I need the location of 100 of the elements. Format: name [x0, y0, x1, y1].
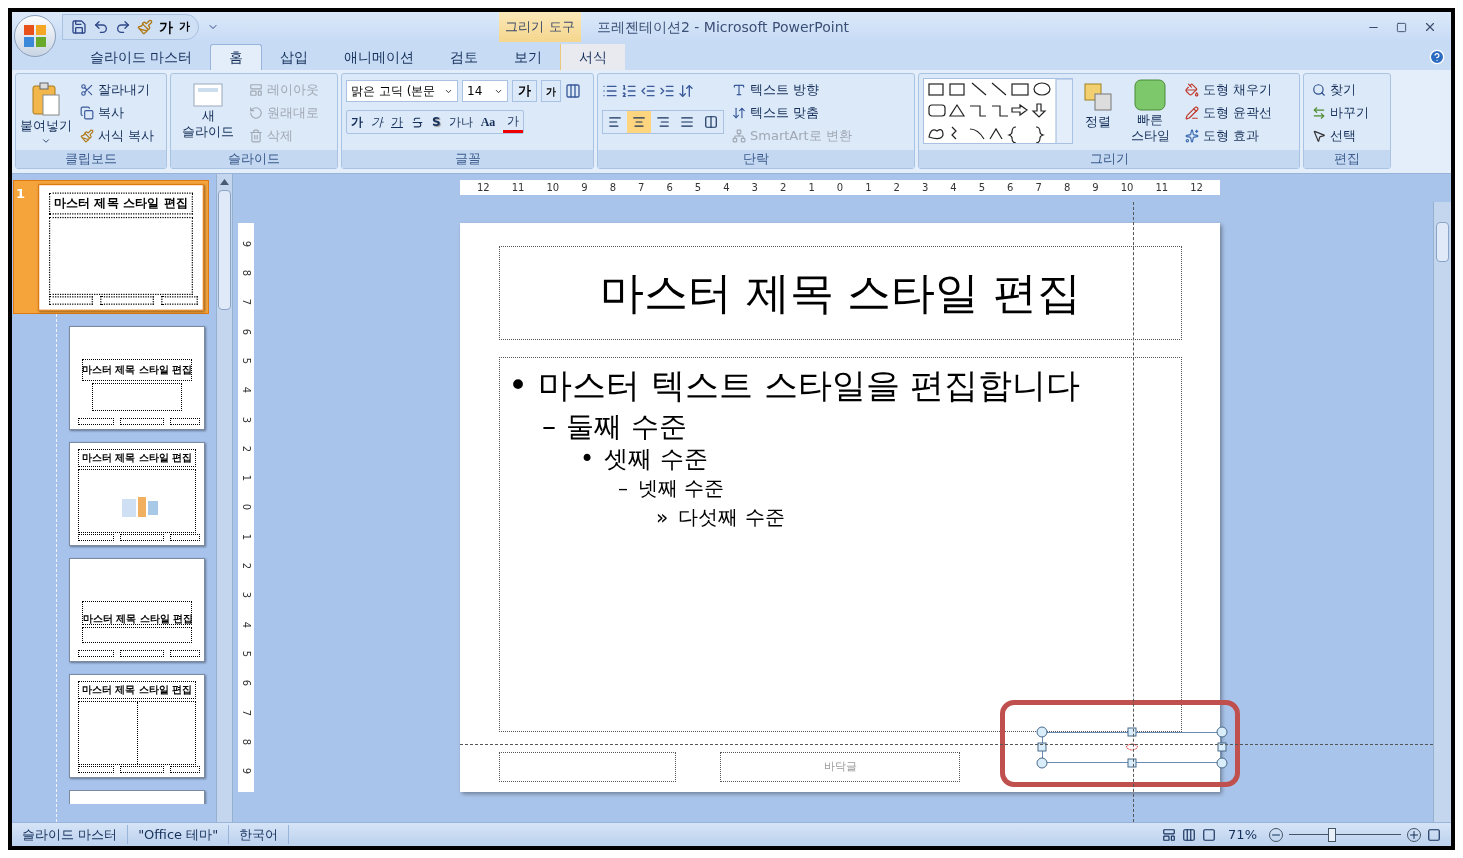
paste-button[interactable]: 붙여넣기 [20, 78, 72, 150]
quick-styles-button[interactable]: 빠른 스타일 [1123, 78, 1177, 150]
body-text-line: 다섯째 수준 [678, 504, 785, 530]
numbering-icon[interactable] [621, 83, 637, 99]
slide-thumbnail[interactable]: 마스터 제목 스타일 편집 [69, 674, 205, 778]
brush-icon[interactable] [137, 19, 153, 35]
copy-icon [80, 105, 94, 120]
bold-button[interactable]: 가 [347, 111, 367, 133]
thumbnail-title: 마스터 제목 스타일 편집 [53, 197, 189, 210]
clipboard-icon [31, 82, 61, 116]
underline-button[interactable]: 가 [387, 111, 407, 133]
fit-window-icon[interactable] [1427, 827, 1441, 842]
help-icon[interactable] [1429, 49, 1445, 65]
slide-number: 1 [16, 185, 27, 203]
selected-placeholder-drawing[interactable] [1036, 726, 1228, 769]
outline-icon [1185, 105, 1199, 120]
date-placeholder [78, 534, 114, 541]
normal-view-icon[interactable] [1162, 827, 1177, 842]
slide-thumbnail[interactable]: 마스터 제목 스타일 편집 [38, 184, 204, 311]
ribbon-tab[interactable]: 홈 [210, 44, 263, 70]
undo-icon[interactable] [93, 19, 109, 35]
increase-indent-icon[interactable] [659, 83, 675, 99]
ribbon-button[interactable]: 텍스트 방향 [728, 78, 856, 101]
new-slide-button[interactable]: 새 슬라이드 [175, 78, 241, 150]
cut-icon [80, 82, 94, 97]
group-label: 클립보드 [65, 150, 117, 169]
shrink-font-button[interactable]: 가 [179, 18, 190, 36]
guide-line[interactable] [460, 744, 1433, 745]
scroll-thumb[interactable] [218, 190, 231, 310]
maximize-icon[interactable] [1396, 21, 1407, 33]
italic-button[interactable]: 가 [367, 111, 387, 133]
ribbon-button[interactable]: 도형 채우기 [1181, 78, 1277, 101]
ribbon-tab[interactable]: 보기 [496, 44, 561, 70]
date-placeholder [78, 418, 114, 425]
thumbnail-title: 마스터 제목 스타일 편집 [81, 685, 193, 695]
ribbon-button[interactable]: 바꾸기 [1308, 101, 1373, 124]
bullets-icon[interactable] [602, 83, 618, 99]
slide-thumbnail[interactable]: 마스터 제목 스타일 편집 [69, 326, 205, 430]
ribbon-button[interactable]: 도형 윤곽선 [1181, 101, 1277, 124]
thumbnail-title: 마스터 제목 스타일 편집 [81, 453, 193, 463]
body-text-line: 둘째 수준 [566, 408, 687, 444]
shadow-button[interactable]: S [428, 111, 445, 133]
scroll-up-icon[interactable] [220, 179, 229, 185]
layout-icon [249, 82, 263, 97]
guide-line[interactable] [1133, 202, 1134, 822]
group-label: 편집 [1334, 150, 1360, 169]
ribbon-button[interactable]: 선택 [1308, 124, 1373, 147]
office-logo [23, 24, 47, 48]
scroll-thumb[interactable] [1436, 222, 1449, 262]
ribbon-tab[interactable]: 슬라이드 마스터 [72, 44, 211, 70]
spacing-button[interactable]: 가나 [444, 111, 477, 133]
smartart-icon [732, 128, 746, 143]
office-button[interactable] [14, 15, 56, 57]
grow-font-button[interactable]: 가 [512, 80, 537, 102]
save-icon[interactable] [71, 19, 87, 35]
scrollbar[interactable] [216, 174, 233, 822]
sorter-view-icon[interactable] [1182, 827, 1197, 842]
ribbon-button[interactable]: 찾기 [1308, 78, 1373, 101]
change-case-button[interactable]: Aa [476, 111, 500, 133]
shrink-font-button[interactable]: 가 [541, 80, 561, 102]
font-name-field[interactable]: 맑은 고딕 (본문 [346, 80, 458, 102]
line-spacing-icon[interactable] [678, 83, 694, 99]
reset-icon [249, 105, 263, 120]
ribbon-button[interactable]: 서식 복사 [76, 124, 159, 147]
font-size-field[interactable]: 14 [462, 80, 508, 102]
slideshow-view-icon[interactable] [1202, 827, 1217, 842]
arrange-icon [1083, 82, 1113, 112]
scrollbar[interactable] [1433, 202, 1451, 822]
arrange-button[interactable]: 정렬 [1077, 78, 1119, 150]
ribbon-button[interactable]: 도형 효과 [1181, 124, 1277, 147]
ribbon-tab[interactable]: 애니메이션 [326, 44, 433, 70]
font-color-button[interactable]: 가 [503, 111, 524, 133]
redo-icon[interactable] [115, 19, 131, 35]
bullet: • [508, 364, 529, 407]
ribbon-button[interactable]: 잘라내기 [76, 78, 159, 101]
body-text-line: 셋째 수준 [604, 443, 708, 474]
ribbon-button[interactable]: 복사 [76, 101, 159, 124]
footer-placeholder [120, 418, 164, 425]
slide-thumbnail[interactable]: 마스터 제목 스타일 편집 [69, 442, 205, 546]
footer-placeholder [120, 534, 164, 541]
group-label: 글꼴 [454, 150, 481, 169]
group-label: 슬라이드 [228, 150, 280, 169]
font-size-value: 14 [467, 83, 483, 100]
number-placeholder [170, 650, 200, 657]
grow-font-button[interactable]: 가 [159, 16, 173, 38]
window-title: 프레젠테이션2 - Microsoft PowerPoint [597, 17, 850, 37]
align-button[interactable] [627, 111, 651, 133]
ribbon-button[interactable]: 텍스트 맞춤 [728, 101, 856, 124]
status-item: 슬라이드 마스터 [12, 824, 129, 845]
ribbon-tab[interactable]: 삽입 [262, 44, 327, 70]
decrease-indent-icon[interactable] [640, 83, 656, 99]
body-text-line: 마스터 텍스트 스타일을 편집합니다 [538, 364, 1081, 407]
zoom-slider[interactable] [1289, 827, 1401, 842]
ribbon-tab[interactable]: 서식 [560, 44, 626, 70]
align-icon [732, 105, 746, 120]
thumbnail-title: 마스터 제목 스타일 편집 [81, 365, 193, 375]
close-icon[interactable] [1423, 20, 1437, 34]
ribbon-tab[interactable]: 검토 [432, 44, 497, 70]
shapes-gallery-drawing[interactable] [923, 78, 1073, 144]
context-tab-group: 그리기 도구 [505, 17, 575, 37]
